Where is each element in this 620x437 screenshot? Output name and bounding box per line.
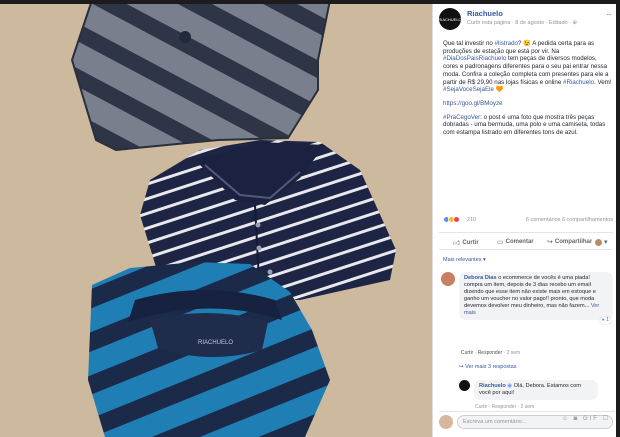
page-avatar[interactable]: RIACHUELO: [438, 8, 462, 30]
more-options-icon[interactable]: ···: [606, 10, 612, 19]
comment-time[interactable]: 2 sem: [507, 350, 521, 356]
reply-author[interactable]: Riachuelo: [479, 383, 506, 389]
share-button[interactable]: ↪ Compartilhar: [547, 238, 592, 246]
hashtag-sejavoce[interactable]: #SejaVoceSejaEle: [443, 86, 494, 93]
composer-icons[interactable]: ☺ ◙ GIF ☐: [562, 415, 610, 422]
avatar[interactable]: [441, 272, 455, 286]
striped-clothes-photo: RIACHUELO: [0, 0, 432, 437]
post-paragraph-2: https://goo.gl/BMoyze: [443, 100, 613, 108]
comment-label: Comentar: [505, 239, 534, 245]
thumbs-up-icon: 👍︎: [453, 240, 461, 247]
action-bar: 👍︎ Curtir ▭ Comentar ↪ Compartilhar ▾: [439, 232, 613, 250]
avatar[interactable]: [459, 380, 470, 391]
post-text: Que tal investir no #listrado? 😉 A pedid…: [443, 40, 613, 143]
comment-reply-link[interactable]: Responder: [478, 350, 502, 356]
comment-footer: Curtir · Responder · 2 sem: [461, 350, 521, 356]
comment-sort-dropdown[interactable]: Mais relevantes ▾: [443, 257, 486, 263]
text-span: Que tal investir no: [443, 40, 495, 47]
comment-button[interactable]: ▭ Comentar: [497, 238, 534, 246]
post-panel: RIACHUELO Riachuelo Curtir esta página ·…: [432, 0, 616, 437]
comments-shares-count[interactable]: 6 comentários 6 compartilhamentos: [526, 217, 613, 223]
post-meta-text: Curtir esta página · 8 de agosto · Edita…: [467, 20, 571, 26]
post-paragraph-1: Que tal investir no #listrado? 😉 A pedid…: [443, 40, 613, 94]
comment-likes: 1: [606, 317, 609, 323]
share-icon: ↪: [547, 239, 553, 246]
comment-like-link[interactable]: Curtir: [461, 350, 473, 356]
post-header: RIACHUELO Riachuelo Curtir esta página ·…: [438, 8, 615, 34]
reaction-count[interactable]: 210: [467, 217, 476, 223]
hashtag-listrado[interactable]: #listrado: [495, 40, 518, 47]
text-span: 🧡: [493, 86, 504, 94]
comment-author[interactable]: Debora Dias: [464, 275, 497, 281]
hashtag-diadospais[interactable]: #DiaDosPaisRiachuelo: [443, 55, 506, 62]
post-paragraph-3: #PraCegoVer: o post é uma foto que mostr…: [443, 114, 613, 137]
share-label: Compartilhar: [554, 239, 593, 245]
comment-composer: Escreva um comentário... ☺ ◙ GIF ☐: [439, 411, 615, 431]
hashtag-riachuelo[interactable]: #Riachuelo: [563, 79, 594, 86]
hashtag-pracegover[interactable]: #PraCegoVer: [443, 114, 480, 121]
chevron-down-icon: ▾: [604, 239, 608, 246]
comment-like-count[interactable]: ● 1: [599, 317, 611, 324]
svg-text:RIACHUELO: RIACHUELO: [198, 340, 233, 346]
avatar: [595, 238, 602, 246]
post-photo[interactable]: RIACHUELO: [0, 0, 432, 437]
window-frame: [616, 0, 620, 437]
window-frame: [0, 0, 620, 4]
globe-icon: ⊕: [572, 20, 578, 26]
post-link[interactable]: https://goo.gl/BMoyze: [443, 100, 503, 107]
reply-footer[interactable]: Curtir · Responder · 2 sem: [475, 404, 534, 410]
text-span: . Vem!: [594, 78, 612, 86]
comment-icon: ▭: [497, 239, 504, 246]
comment-bubble: Debora Dias o ecommerce de vocês é uma p…: [459, 272, 613, 324]
view-more-replies-link[interactable]: ↪ Ver mais 3 respostas: [459, 364, 517, 370]
page-name-link[interactable]: Riachuelo: [467, 9, 503, 18]
reaction-icons[interactable]: [443, 216, 460, 223]
like-label: Curtir: [462, 239, 479, 246]
reaction-audience-selector[interactable]: ▾: [595, 238, 608, 246]
reactions-bar: 210 6 comentários 6 compartilhamentos: [443, 215, 613, 227]
avatar: [439, 415, 453, 429]
love-reaction-icon: [453, 216, 460, 223]
like-button[interactable]: 👍︎ Curtir: [453, 238, 479, 248]
post-meta: Curtir esta página · 8 de agosto · Edita…: [467, 20, 577, 26]
reply-bubble: Riachuelo ◉ Olá, Debora. Estamos com voc…: [474, 380, 598, 400]
thumbs-up-icon: ●: [601, 317, 605, 323]
